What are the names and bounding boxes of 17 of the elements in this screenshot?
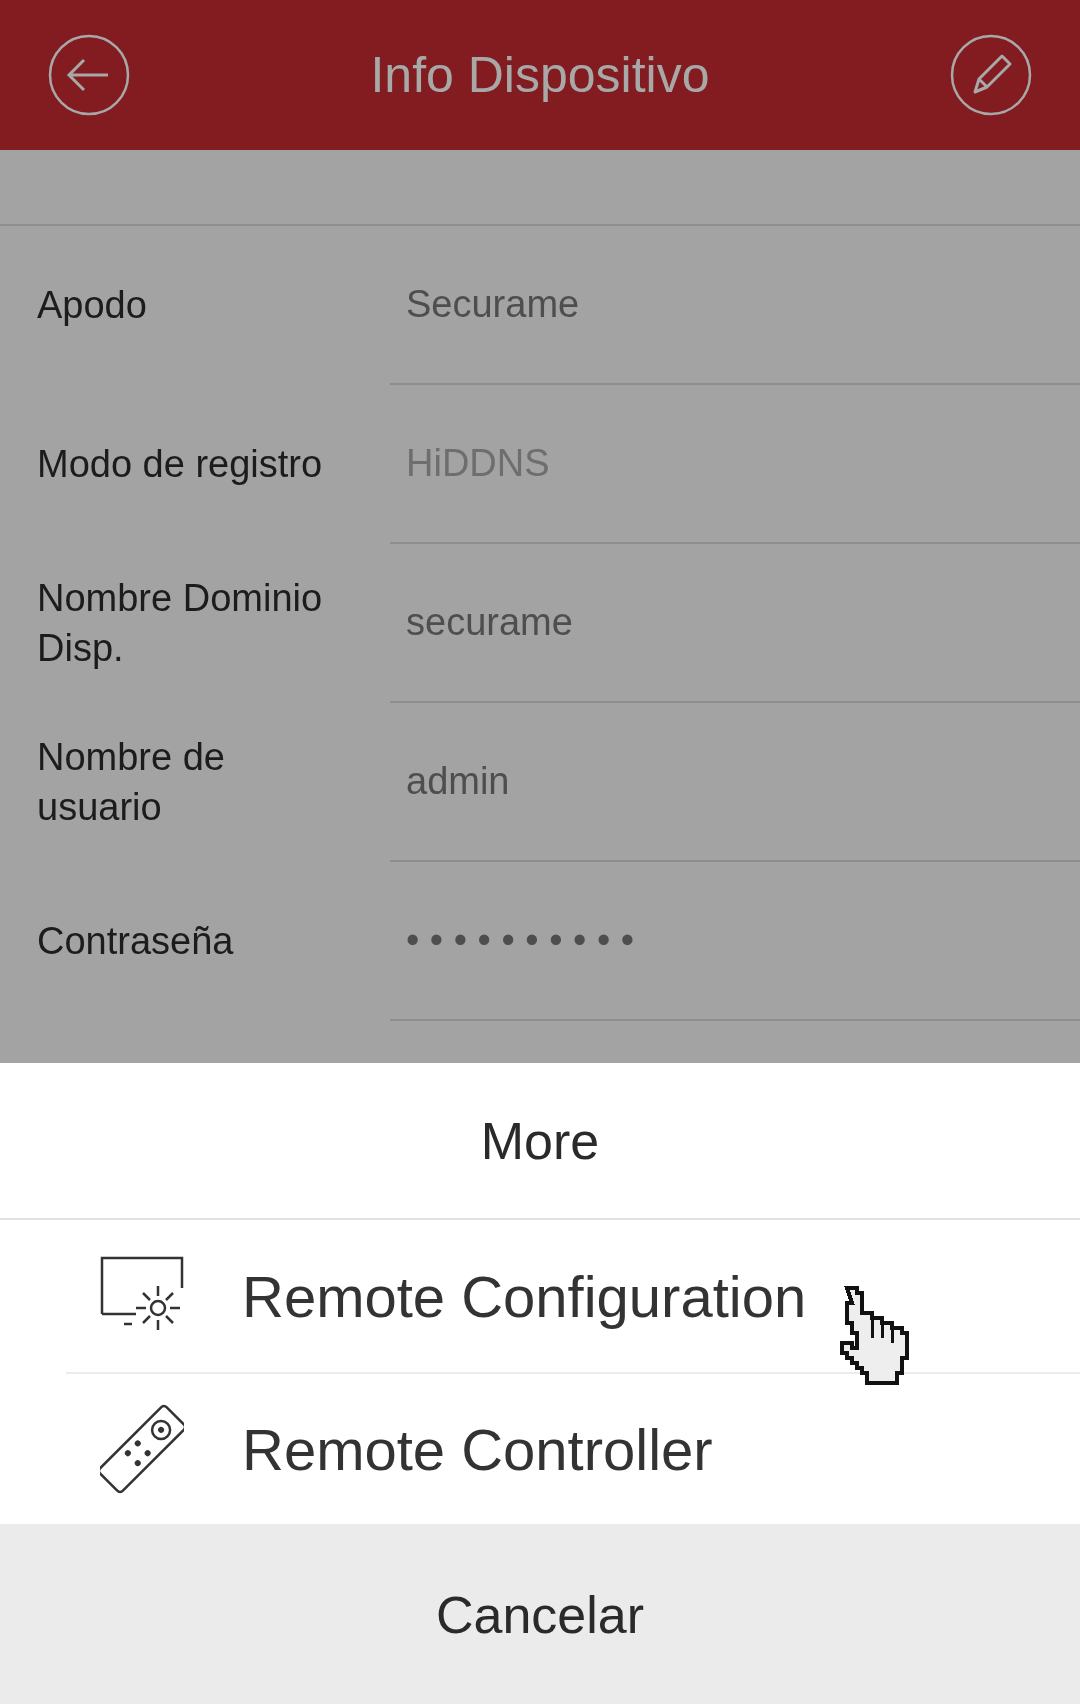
field-value[interactable]: securame — [390, 544, 1080, 703]
cancel-button[interactable]: Cancelar — [0, 1524, 1080, 1704]
field-value[interactable]: • • • • • • • • • • — [390, 862, 1080, 1021]
back-button[interactable] — [48, 34, 130, 116]
field-label: Nombre Dominio Disp. — [37, 576, 324, 671]
edit-button[interactable] — [950, 34, 1032, 116]
field-label: Contraseña — [37, 918, 234, 964]
field-label: Nombre de usuario — [37, 735, 226, 830]
field-label: Apodo — [37, 282, 147, 328]
pencil-icon — [950, 34, 1032, 116]
field-value[interactable]: admin — [390, 703, 1080, 862]
field-value[interactable]: Securame — [390, 226, 1080, 385]
sheet-title: More — [0, 1063, 1080, 1220]
remote-control-icon — [100, 1404, 184, 1494]
field-label: Modo de registro — [37, 441, 323, 487]
menu-item[interactable]: Remote Configuration — [66, 1220, 1080, 1372]
screen-title: Info Dispositivo — [370, 45, 710, 105]
